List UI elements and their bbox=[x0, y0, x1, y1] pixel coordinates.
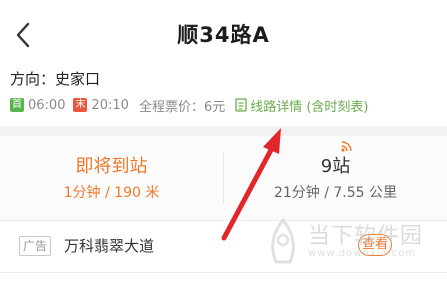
route-detail-label: 线路详情 (含时刻表) bbox=[250, 99, 369, 115]
ad-text: 万科翡翠大道 bbox=[64, 237, 155, 255]
last-bus-badge: 末 bbox=[73, 98, 88, 112]
arriving-status: 即将到站 bbox=[75, 156, 148, 177]
first-bus-time: 06:00 bbox=[28, 97, 66, 113]
route-info-row: 首 06:00 末 20:10 全程票价：6元 线路详情 (含时刻表) bbox=[10, 96, 369, 115]
document-icon bbox=[235, 98, 247, 112]
first-bus-badge: 首 bbox=[10, 98, 24, 112]
arriving-detail: 1分钟 / 190 米 bbox=[63, 185, 160, 201]
page-title: 顺34路A bbox=[177, 23, 270, 47]
stops-away: 9站 bbox=[320, 156, 351, 177]
route-detail-link[interactable]: 线路详情 (含时刻表) bbox=[235, 96, 369, 115]
next-bus-panel[interactable]: 9站 21分钟 / 7.55 公里 bbox=[224, 136, 447, 220]
arriving-bus-panel[interactable]: 即将到站 1分钟 / 190 米 bbox=[0, 136, 223, 220]
view-button[interactable]: 查看 bbox=[358, 234, 392, 256]
section-separator bbox=[0, 126, 447, 136]
fare-text: 全程票价：6元 bbox=[138, 99, 226, 115]
arrival-card[interactable]: 即将到站 1分钟 / 190 米 9站 21分钟 / 7.55 公里 bbox=[0, 136, 447, 220]
bottom-divider bbox=[0, 272, 447, 286]
ad-tag: 广告 bbox=[19, 236, 52, 256]
next-bus-detail: 21分钟 / 7.55 公里 bbox=[273, 185, 398, 201]
direction-label: 方向：史家口 bbox=[10, 70, 101, 88]
realtime-signal-icon bbox=[341, 141, 352, 152]
ad-banner[interactable]: 广告 万科翡翠大道 查看 bbox=[0, 220, 447, 273]
top-bar: 顺34路A bbox=[0, 0, 447, 66]
last-bus-time: 20:10 bbox=[91, 97, 129, 113]
